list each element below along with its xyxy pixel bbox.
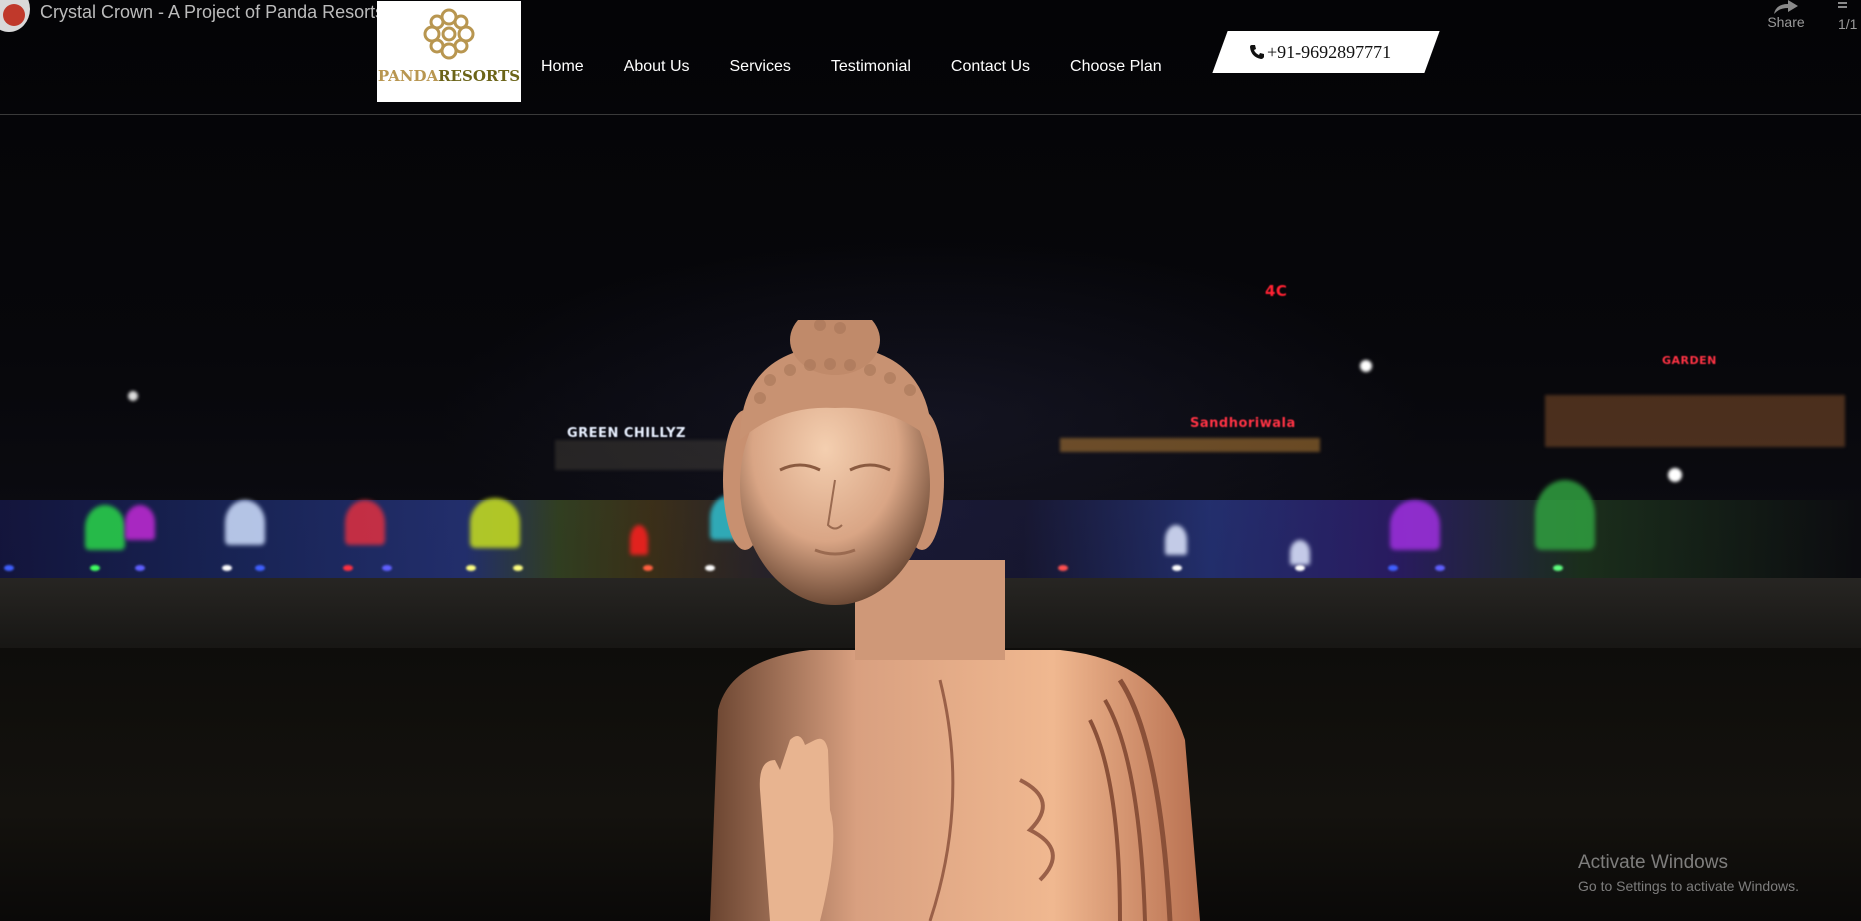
ground-light [135,565,145,571]
phone-icon [1250,45,1264,59]
hero-video[interactable]: GREEN CHILLYZ Sandhoriwala 4C GARDEN [0,0,1861,921]
main-nav: Home About Us Services Testimonial Conta… [541,56,1202,78]
lit-plant [225,500,265,545]
logo-text-panda: PANDA [377,67,439,85]
nav-contact-us[interactable]: Contact Us [951,58,1030,76]
lit-plant [345,500,385,545]
nav-services[interactable]: Services [730,58,791,76]
ground-light [1295,565,1305,571]
street-light [1668,468,1682,482]
lit-plant [85,505,125,550]
lit-plant [125,505,155,540]
ground-light [1553,565,1563,571]
ground-light [1435,565,1445,571]
lit-plant [1535,480,1595,550]
building-lights [1545,395,1845,447]
site-header: PANDARESORTS Home About Us Services Test… [0,0,1861,115]
watermark-title: Activate Windows [1578,852,1728,873]
buddha-statue [710,320,1200,921]
neon-sign: 4C [1265,282,1288,300]
phone-link[interactable]: +91-9692897771 [1249,40,1391,64]
ground-light [90,565,100,571]
ground-light [466,565,476,571]
street-light [128,391,138,401]
lit-plant [470,498,520,548]
logo-text: PANDARESORTS [378,67,520,85]
phone-number: +91-9692897771 [1267,41,1392,62]
nav-about-us[interactable]: About Us [624,58,690,76]
watermark-subtitle: Go to Settings to activate Windows. [1578,878,1799,894]
ground-light [4,565,14,571]
logo-text-resorts: RESORTS [438,67,521,85]
ground-light [1388,565,1398,571]
nav-testimonial[interactable]: Testimonial [831,58,911,76]
ground-light [255,565,265,571]
ground-light [343,565,353,571]
ground-light [222,565,232,571]
activate-windows-watermark: Activate Windows Go to Settings to activ… [1578,852,1799,894]
site-logo[interactable]: PANDARESORTS [377,1,521,102]
lit-plant [1390,500,1440,550]
ground-light [513,565,523,571]
neon-sign: GARDEN [1662,354,1717,367]
street-light [1360,360,1372,372]
lit-plant [1290,540,1310,565]
nav-choose-plan[interactable]: Choose Plan [1070,58,1162,76]
ground-light [382,565,392,571]
ornament-flower-icon [423,8,475,60]
nav-home[interactable]: Home [541,58,584,76]
